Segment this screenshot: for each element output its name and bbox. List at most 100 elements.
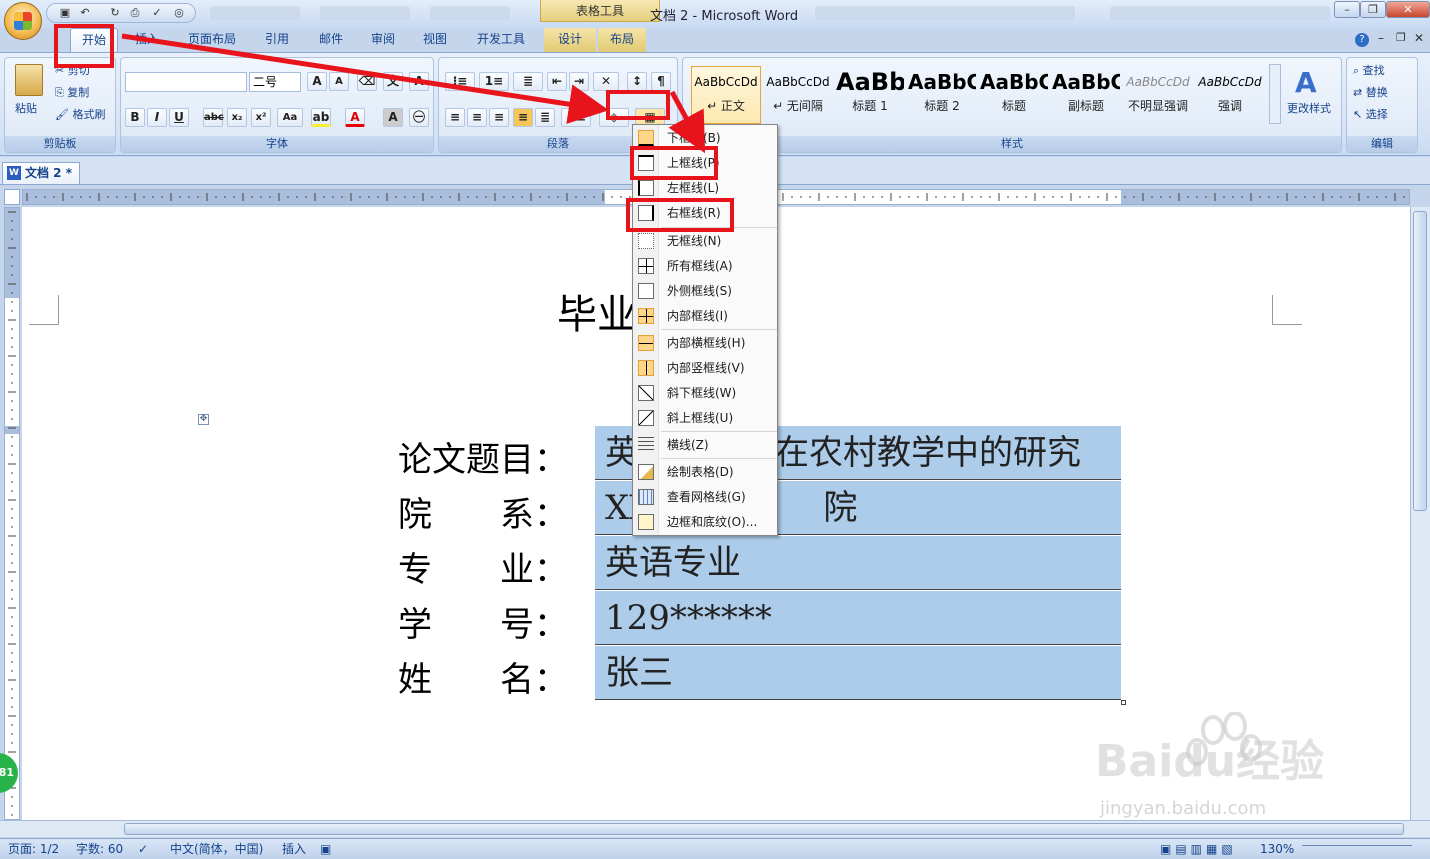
paste-icon[interactable] [15, 64, 43, 96]
horizontal-scrollbar[interactable] [0, 820, 1430, 837]
word-count[interactable]: 字数: 60 [76, 841, 123, 858]
table-resize-handle[interactable] [1121, 700, 1126, 705]
bold-icon[interactable]: B [125, 108, 145, 127]
format-painter-button[interactable]: 🖌 格式刷 [55, 106, 105, 124]
menu-item-borders-shading[interactable]: 边框和底纹(O)... [633, 510, 777, 534]
chinese-layout-icon[interactable]: ✕ [593, 72, 619, 91]
table-cell-major[interactable]: 英语专业 [595, 536, 1121, 590]
insert-mode[interactable]: 插入 [282, 841, 306, 858]
table-move-handle-icon[interactable]: ✥ [198, 414, 209, 425]
menu-item-outside-borders[interactable]: 外侧框线(S) [633, 279, 777, 303]
ribbon-close-icon[interactable]: ✕ [1414, 31, 1424, 45]
clear-format-icon[interactable]: ⌫ [357, 72, 377, 91]
tab-view[interactable]: 视图 [414, 28, 456, 52]
table-cell-name[interactable]: 张三 [595, 646, 1121, 700]
minimize-button[interactable]: – [1334, 1, 1360, 18]
replace-button[interactable]: ⇄ 替换 [1353, 84, 1388, 102]
change-styles-label[interactable]: 更改样式 [1287, 100, 1331, 118]
style-subtitle[interactable]: AaBbC 副标题 [1051, 66, 1121, 124]
select-button[interactable]: ↖ 选择 [1353, 106, 1388, 124]
tab-page-layout[interactable]: 页面布局 [182, 28, 242, 52]
circle-icon[interactable]: ◎ [170, 5, 188, 21]
sort-icon[interactable]: ↕ [627, 72, 647, 91]
ribbon-minimize-icon[interactable]: – [1378, 31, 1384, 45]
document-tab[interactable]: W 文档 2 * [2, 162, 80, 184]
highlight-icon[interactable]: ab [311, 108, 331, 127]
copy-button[interactable]: ⎘ 复制 [55, 84, 89, 102]
style-heading-1[interactable]: AaBb 标题 1 [835, 66, 905, 124]
tab-references[interactable]: 引用 [256, 28, 298, 52]
change-case-icon[interactable]: Aa [277, 108, 303, 127]
paste-label[interactable]: 粘贴 [15, 100, 37, 118]
font-color-icon[interactable]: A [345, 108, 365, 127]
office-button[interactable] [4, 2, 42, 40]
strikethrough-icon[interactable]: abc [203, 108, 224, 127]
styles-scroll-icon[interactable] [1269, 64, 1281, 124]
redo-icon[interactable]: ↻ [106, 5, 124, 21]
undo-icon[interactable]: ↶ [76, 5, 94, 21]
italic-icon[interactable]: I [147, 108, 167, 127]
bullets-icon[interactable]: ⁝≡ [445, 72, 475, 91]
menu-item-inside-vertical[interactable]: 内部竖框线(V) [633, 356, 777, 380]
show-marks-icon[interactable]: ¶ [651, 72, 671, 91]
subscript-icon[interactable]: x₂ [227, 108, 247, 127]
align-left-icon[interactable]: ≡ [445, 108, 465, 127]
page-count[interactable]: 页面: 1/2 [8, 841, 59, 858]
find-button[interactable]: ⌕ 查找 [1353, 62, 1385, 80]
shrink-font-icon[interactable]: A [329, 72, 349, 91]
style-heading-2[interactable]: AaBbC 标题 2 [907, 66, 977, 124]
char-border-icon[interactable]: A [409, 72, 429, 91]
numbering-icon[interactable]: 1≡ [479, 72, 509, 91]
ribbon-restore-icon[interactable]: ❐ [1396, 31, 1406, 44]
menu-item-inside-horizontal[interactable]: 内部横框线(H) [633, 331, 777, 355]
tab-review[interactable]: 审阅 [362, 28, 404, 52]
tab-layout[interactable]: 布局 [598, 28, 646, 52]
style-normal[interactable]: AaBbCcDd ↵ 正文 [691, 66, 761, 124]
menu-item-horizontal-line[interactable]: 横线(Z) [633, 433, 777, 457]
style-emphasis[interactable]: AaBbCcDd 强调 [1195, 66, 1265, 124]
proofing-icon[interactable]: ✓ [138, 841, 148, 858]
underline-icon[interactable]: U [169, 108, 189, 127]
style-title[interactable]: AaBbC 标题 [979, 66, 1049, 124]
increase-indent-icon[interactable]: ⇥ [569, 72, 589, 91]
font-size-combo[interactable]: 二号 [249, 72, 301, 92]
phonetic-guide-icon[interactable]: 文 [383, 72, 403, 91]
align-center-icon[interactable]: ≡ [467, 108, 487, 127]
style-subtle-emphasis[interactable]: AaBbCcDd 不明显强调 [1123, 66, 1193, 124]
justify-icon[interactable]: ≡ [513, 108, 533, 127]
maximize-button[interactable]: ❐ [1360, 1, 1386, 18]
tab-developer[interactable]: 开发工具 [468, 28, 534, 52]
grow-font-icon[interactable]: A [307, 72, 327, 91]
help-icon[interactable]: ? [1355, 33, 1369, 47]
change-styles-icon[interactable]: A [1295, 66, 1317, 99]
menu-item-view-gridlines[interactable]: 查看网格线(G) [633, 485, 777, 509]
char-shading-icon[interactable]: A [383, 108, 403, 127]
view-buttons-icon[interactable]: ▣▤▥▦▧ [1160, 841, 1237, 858]
print-preview-icon[interactable]: ⎙ [126, 5, 144, 21]
vertical-scroll-thumb[interactable] [1413, 211, 1427, 511]
superscript-icon[interactable]: x² [251, 108, 271, 127]
tab-insert[interactable]: 插入 [126, 28, 168, 52]
tab-design[interactable]: 设计 [544, 28, 596, 52]
zoom-level[interactable]: 130% [1260, 841, 1294, 858]
close-button[interactable]: ✕ [1386, 1, 1430, 18]
menu-item-diagonal-up[interactable]: 斜上框线(U) [633, 406, 777, 430]
enclose-char-icon[interactable]: ㊀ [409, 108, 429, 127]
horizontal-scroll-thumb[interactable] [124, 823, 1404, 835]
menu-item-inside-borders[interactable]: 内部框线(I) [633, 304, 777, 328]
font-name-combo[interactable] [125, 72, 247, 92]
menu-item-all-borders[interactable]: 所有框线(A) [633, 254, 777, 278]
table-cell-student-id[interactable]: 129****** [595, 591, 1121, 645]
menu-item-diagonal-down[interactable]: 斜下框线(W) [633, 381, 777, 405]
line-spacing-icon[interactable]: ↕≡ [561, 108, 591, 127]
language-status[interactable]: 中文(简体，中国) [170, 841, 263, 858]
multilevel-list-icon[interactable]: ≣ [513, 72, 543, 91]
align-right-icon[interactable]: ≡ [489, 108, 509, 127]
zoom-slider[interactable] [1302, 845, 1412, 855]
vertical-scrollbar[interactable] [1410, 207, 1430, 820]
distributed-icon[interactable]: ≣ [535, 108, 555, 127]
tab-mailings[interactable]: 邮件 [310, 28, 352, 52]
style-no-spacing[interactable]: AaBbCcDd ↵ 无间隔 [763, 66, 833, 124]
tab-stop-selector[interactable] [4, 189, 20, 205]
decrease-indent-icon[interactable]: ⇤ [547, 72, 567, 91]
